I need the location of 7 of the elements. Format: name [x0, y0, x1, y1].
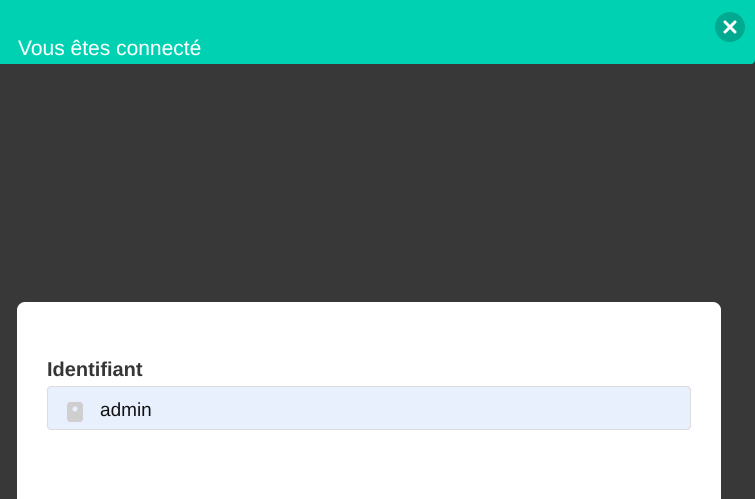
username-value: admin — [100, 401, 152, 421]
field-label: Identifiant — [47, 358, 144, 383]
id-badge-icon — [66, 401, 84, 423]
close-icon — [723, 20, 737, 34]
toast-message: Vous êtes connecté — [18, 36, 202, 62]
username-field[interactable]: admin — [47, 386, 691, 430]
close-button[interactable] — [715, 12, 745, 42]
